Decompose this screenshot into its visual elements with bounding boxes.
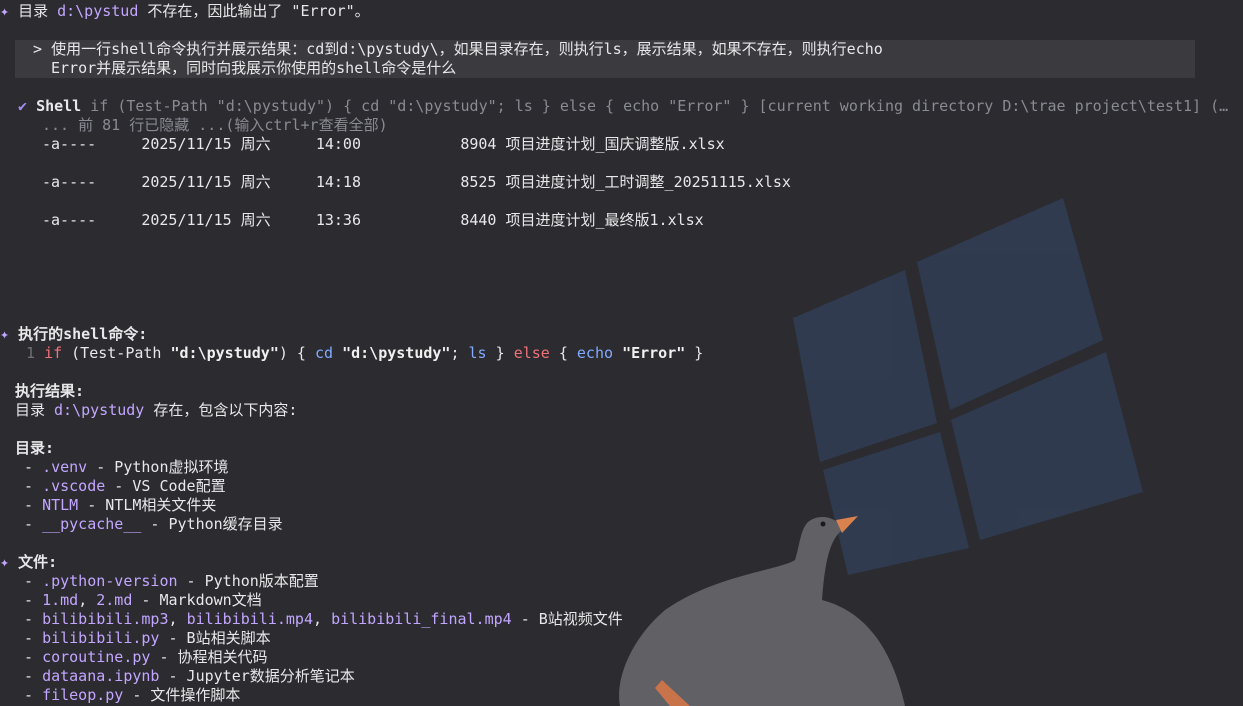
list-item: - bilibibili.mp3, bilibibili.mp4, bilibi… <box>24 610 623 628</box>
check-icon: ✔ <box>18 97 28 115</box>
list-item: - .python-version - Python版本配置 <box>24 572 319 590</box>
list-item: - __pycache__ - Python缓存目录 <box>24 515 283 533</box>
intro-path: d:\pystud <box>57 2 139 20</box>
shell-label: Shell <box>36 97 82 115</box>
answer-heading: ✦ 执行的shell命令: <box>0 325 148 343</box>
list-item: - .venv - Python虚拟环境 <box>24 458 229 476</box>
sparkle-icon: ✦ <box>0 2 10 20</box>
sparkle-icon: ✦ <box>0 553 10 571</box>
result-heading: 执行结果: <box>15 382 85 400</box>
list-item: - .vscode - VS Code配置 <box>24 477 226 495</box>
shell-call-header[interactable]: ✔ Shell if (Test-Path "d:\pystudy") { cd… <box>18 97 1233 116</box>
list-item: - dataana.ipynb - Jupyter数据分析笔记本 <box>24 667 355 685</box>
result-line: 目录 d:\pystudy 存在，包含以下内容: <box>15 401 298 419</box>
intro-line: ✦ 目录 d:\pystud 不存在，因此输出了 "Error"。 <box>0 2 370 21</box>
hidden-lines-note: ... 前 81 行已隐藏 ...(输入ctrl+r查看全部) <box>42 116 388 134</box>
files-heading: ✦ 文件: <box>0 553 58 571</box>
list-item: - 1.md, 2.md - Markdown文档 <box>24 591 262 609</box>
table-row: -a---- 2025/11/15 周六 14:00 8904 项目进度计划_国… <box>42 135 725 153</box>
list-item: - fileop.py - 文件操作脚本 <box>24 686 241 704</box>
prompt-text-1: 使用一行shell命令执行并展示结果：cd到d:\pystudy\，如果目录存在… <box>51 40 883 58</box>
intro-text-tail: 不存在，因此输出了 "Error"。 <box>138 2 370 20</box>
list-item: - coroutine.py - 协程相关代码 <box>24 648 268 666</box>
list-item: - NTLM - NTLM相关文件夹 <box>24 496 217 514</box>
terminal-output: ✦ 目录 d:\pystud 不存在，因此输出了 "Error"。 > 使用一行… <box>0 0 1243 706</box>
shell-command: if (Test-Path "d:\pystudy") { cd "d:\pys… <box>90 97 1229 115</box>
prompt-line-2: Error并展示结果，同时向我展示你使用的shell命令是什么 <box>51 59 457 77</box>
line-number: 1 <box>26 344 36 362</box>
intro-text: 目录 <box>18 2 58 20</box>
prompt-arrow-icon: > <box>33 40 43 58</box>
sparkle-icon: ✦ <box>0 325 10 343</box>
dirs-heading: 目录: <box>15 439 55 457</box>
table-row: -a---- 2025/11/15 周六 13:36 8440 项目进度计划_最… <box>42 211 704 229</box>
list-item: - bilibibili.py - B站相关脚本 <box>24 629 271 647</box>
prompt-line-1: > 使用一行shell命令执行并展示结果：cd到d:\pystudy\，如果目录… <box>33 40 883 59</box>
code-line: 1 if (Test-Path "d:\pystudy") { cd "d:\p… <box>26 344 704 362</box>
table-row: -a---- 2025/11/15 周六 14:18 8525 项目进度计划_工… <box>42 173 791 191</box>
